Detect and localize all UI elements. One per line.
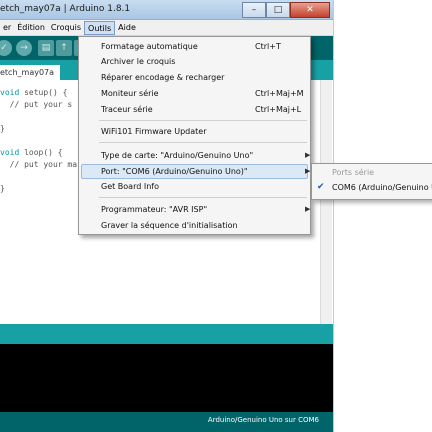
menu-item-wifi101[interactable]: WiFi101 Firmware Updater — [101, 127, 206, 136]
menu-separator — [99, 142, 307, 143]
desktop-background — [333, 0, 432, 432]
window-titlebar[interactable]: etch_may07a | Arduino 1.8.1 – □ ✕ — [0, 0, 333, 20]
menu-item-reparer[interactable]: Réparer encodage & recharger — [101, 73, 224, 82]
open-icon[interactable]: ↑ — [56, 40, 72, 56]
shortcut-traceur: Ctrl+Maj+L — [255, 105, 302, 114]
console-divider[interactable] — [0, 324, 333, 344]
menu-item-graver[interactable]: Graver la séquence d'initialisation — [101, 221, 238, 230]
code-line: void setup() { — [0, 88, 68, 97]
console-output — [0, 344, 333, 412]
checkmark-icon: ✔ — [317, 182, 325, 192]
menu-separator — [99, 197, 307, 198]
menu-item-formatage[interactable]: Formatage automatique — [101, 42, 198, 51]
code-line: void loop() { — [0, 148, 63, 157]
menu-item-traceur[interactable]: Traceur série — [101, 105, 153, 114]
new-icon[interactable]: ▤ — [38, 40, 54, 56]
menu-fichier[interactable]: er — [0, 21, 14, 35]
port-submenu: Ports série ✔ COM6 (Arduino/Genuino U — [311, 163, 432, 200]
shortcut-formatage: Ctrl+T — [255, 42, 281, 51]
menu-item-archiver[interactable]: Archiver le croquis — [101, 57, 175, 66]
menu-bar: er Édition Croquis Outils Aide — [0, 20, 333, 36]
tab-sketch[interactable]: etch_may07a — [0, 65, 60, 80]
submenu-item-com6[interactable]: COM6 (Arduino/Genuino U — [332, 183, 432, 192]
menu-outils[interactable]: Outils — [84, 20, 116, 35]
window-controls: – □ ✕ — [242, 2, 330, 18]
menu-croquis[interactable]: Croquis — [48, 21, 84, 35]
menu-separator — [99, 120, 307, 121]
maximize-button[interactable]: □ — [266, 2, 290, 18]
menu-item-board-info[interactable]: Get Board Info — [101, 182, 159, 191]
menu-edition[interactable]: Édition — [14, 21, 48, 35]
menu-item-type-carte[interactable]: Type de carte: "Arduino/Genuino Uno" — [101, 151, 253, 160]
menu-item-port[interactable]: Port: "COM6 (Arduino/Genuino Uno)" — [101, 167, 248, 176]
minimize-button[interactable]: – — [242, 2, 266, 18]
board-port-status: Arduino/Genuino Uno sur COM6 — [207, 416, 319, 424]
code-line: // put your ma — [0, 160, 78, 169]
upload-icon[interactable]: → — [16, 40, 32, 56]
menu-item-moniteur[interactable]: Moniteur série — [101, 89, 159, 98]
submenu-arrow-icon: ▶ — [305, 151, 311, 159]
window-title: etch_may07a | Arduino 1.8.1 — [0, 4, 131, 14]
code-line: } — [0, 124, 5, 133]
tools-menu: Formatage automatique Ctrl+T Archiver le… — [78, 36, 311, 235]
submenu-header: Ports série — [332, 168, 375, 177]
code-line: // put your s — [0, 100, 73, 109]
menu-aide[interactable]: Aide — [115, 21, 139, 35]
menu-item-programmateur[interactable]: Programmateur: "AVR ISP" — [101, 205, 207, 214]
editor-scrollbar[interactable] — [320, 80, 332, 324]
code-line: } — [0, 184, 5, 193]
close-button[interactable]: ✕ — [290, 2, 330, 18]
submenu-arrow-icon: ▶ — [305, 205, 311, 213]
submenu-arrow-icon: ▶ — [305, 167, 311, 175]
verify-icon[interactable]: ✓ — [0, 40, 12, 56]
status-bar: Arduino/Genuino Uno sur COM6 — [0, 412, 333, 432]
shortcut-moniteur: Ctrl+Maj+M — [255, 89, 304, 98]
